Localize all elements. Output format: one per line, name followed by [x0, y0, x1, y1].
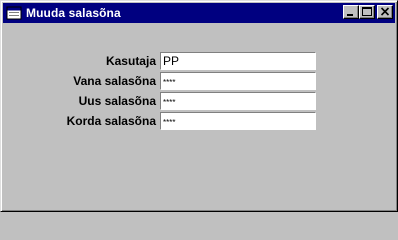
repeat-password-row: Korda salasõna — [1, 112, 398, 131]
old-password-row: Vana salasõna — [1, 72, 398, 91]
title-buttons — [343, 5, 393, 19]
change-password-window: Muuda salasõna Kasutaja PP Vana salasõna… — [0, 0, 398, 212]
close-button[interactable] — [377, 5, 393, 19]
repeat-password-label: Korda salasõna — [66, 114, 156, 128]
window-icon — [6, 6, 22, 20]
close-icon — [380, 7, 390, 16]
new-password-row: Uus salasõna — [1, 92, 398, 111]
repeat-password-input[interactable] — [160, 112, 316, 130]
username-input[interactable] — [160, 52, 316, 70]
window-title: Muuda salasõna — [26, 6, 121, 20]
title-bar[interactable]: Muuda salasõna — [3, 3, 395, 23]
username-label: Kasutaja — [105, 54, 156, 68]
new-password-input[interactable] — [160, 92, 316, 110]
old-password-input[interactable] — [160, 72, 316, 90]
minimize-icon — [347, 14, 353, 16]
minimize-button[interactable] — [343, 5, 359, 19]
maximize-button[interactable] — [359, 5, 375, 19]
old-password-label: Vana salasõna — [73, 74, 156, 88]
username-row: Kasutaja — [1, 52, 398, 71]
new-password-label: Uus salasõna — [78, 94, 156, 108]
maximize-icon — [362, 7, 372, 16]
